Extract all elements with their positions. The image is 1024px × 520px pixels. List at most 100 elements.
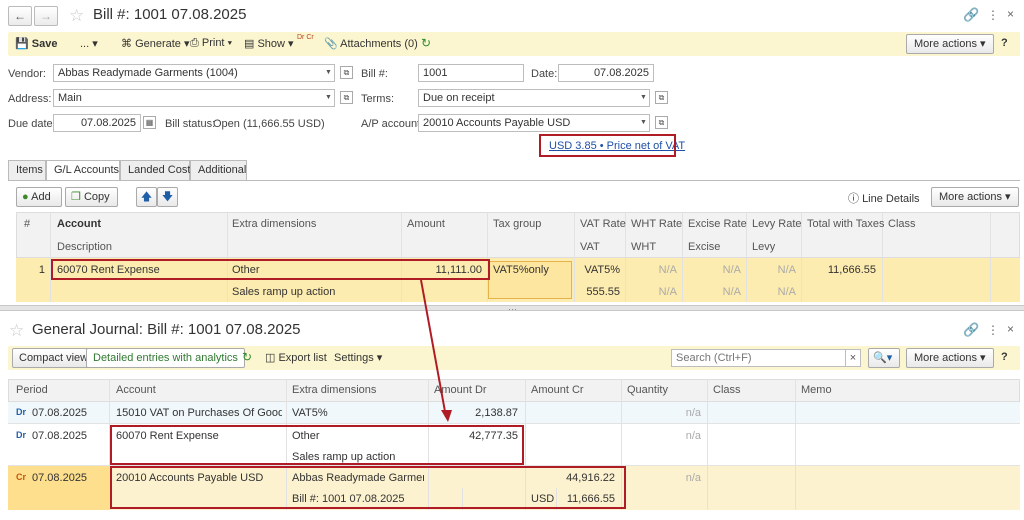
- tab-gl-accounts[interactable]: G/L Accounts: [46, 160, 120, 181]
- refresh-icon[interactable]: ↻: [421, 36, 431, 50]
- row-wht: N/A: [658, 286, 677, 298]
- col-header-levy[interactable]: Levy: [752, 241, 775, 253]
- col-header-account[interactable]: Account: [57, 218, 101, 230]
- row-description[interactable]: Sales ramp up action: [232, 286, 335, 298]
- col-header-journal-account[interactable]: Account: [116, 384, 156, 396]
- journal-menu-dots-icon[interactable]: ⋮: [987, 323, 999, 337]
- bill-row-highlight: [51, 259, 490, 280]
- more-dots-button[interactable]: ... ▾: [80, 37, 98, 50]
- ap-account-label: A/P account:: [361, 118, 424, 130]
- date-field[interactable]: 07.08.2025: [558, 64, 654, 82]
- compact-view-button[interactable]: Compact view: [12, 348, 96, 368]
- export-icon: ◫: [265, 352, 276, 364]
- bill-number-field[interactable]: 1001: [418, 64, 524, 82]
- clear-search-icon[interactable]: ×: [845, 349, 861, 367]
- bill-status-value: Open (11,666.55 USD): [213, 118, 325, 130]
- journal-quantity: n/a: [685, 430, 701, 442]
- show-button[interactable]: ▤ Show ▾: [244, 37, 294, 50]
- row-vat-rate[interactable]: VAT5%: [575, 264, 620, 276]
- tab-landed-cost[interactable]: Landed Cost: [120, 160, 190, 180]
- drcr-button[interactable]: Dr Cr: [297, 34, 314, 42]
- due-date-field[interactable]: 07.08.2025: [53, 114, 141, 132]
- vendor-dropdown[interactable]: ▼: [323, 64, 335, 82]
- move-up-button[interactable]: 🡅: [136, 187, 157, 207]
- terms-open-icon[interactable]: ⧉: [655, 91, 668, 104]
- col-header-vat-rate[interactable]: VAT Rate: [580, 218, 626, 230]
- journal-refresh-icon[interactable]: ↻: [242, 350, 252, 364]
- detailed-entries-button[interactable]: Detailed entries with analytics: [86, 348, 245, 368]
- journal-row-highlight: [110, 425, 524, 465]
- copy-button[interactable]: ❐ Copy: [65, 187, 118, 207]
- col-header-amount-dr[interactable]: Amount Dr: [434, 384, 487, 396]
- menu-dots-icon[interactable]: ⋮: [987, 8, 999, 22]
- close-icon[interactable]: ×: [1007, 7, 1014, 21]
- row-excise-rate: N/A: [722, 264, 741, 276]
- journal-favorite-star-icon[interactable]: ☆: [9, 322, 24, 339]
- col-header-total-with-taxes[interactable]: Total with Taxes: [807, 218, 884, 230]
- col-header-excise-rate[interactable]: Excise Rate: [688, 218, 747, 230]
- help-button[interactable]: ?: [1001, 37, 1008, 49]
- terms-dropdown[interactable]: ▼: [638, 89, 650, 107]
- vendor-label: Vendor:: [8, 68, 46, 80]
- address-field[interactable]: Main: [53, 89, 324, 107]
- back-button[interactable]: ←: [8, 6, 32, 26]
- vendor-field[interactable]: Abbas Readymade Garments (1004): [53, 64, 324, 82]
- address-open-icon[interactable]: ⧉: [340, 91, 353, 104]
- col-header-quantity[interactable]: Quantity: [627, 384, 668, 396]
- col-header-journal-class[interactable]: Class: [713, 384, 741, 396]
- save-button[interactable]: 💾 Save: [15, 37, 57, 50]
- col-header-amount-cr[interactable]: Amount Cr: [531, 384, 584, 396]
- tab-divider: [8, 180, 1020, 181]
- forward-button[interactable]: →: [34, 6, 58, 26]
- search-button[interactable]: 🔍▾: [868, 348, 900, 368]
- attachments-button[interactable]: 📎 Attachments (0): [324, 37, 418, 50]
- journal-close-icon[interactable]: ×: [1007, 322, 1014, 336]
- journal-extra: VAT5%: [292, 407, 328, 419]
- link-icon[interactable]: 🔗: [963, 7, 979, 23]
- print-button[interactable]: ⎙ Print ▾: [190, 37, 232, 50]
- journal-quantity: n/a: [685, 472, 701, 484]
- line-details-button[interactable]: ⓘ Line Details: [848, 190, 920, 206]
- vendor-open-icon[interactable]: ⧉: [340, 66, 353, 79]
- journal-help-button[interactable]: ?: [1001, 351, 1008, 363]
- generate-button[interactable]: ⌘ Generate ▾: [121, 37, 190, 50]
- col-header-tax-group[interactable]: Tax group: [493, 218, 541, 230]
- journal-title: General Journal: Bill #: 1001 07.08.2025: [32, 321, 301, 338]
- table-more-actions-button[interactable]: More actions ▾: [931, 187, 1019, 207]
- col-header-memo[interactable]: Memo: [801, 384, 832, 396]
- ap-account-open-icon[interactable]: ⧉: [655, 116, 668, 129]
- dr-marker: Dr: [16, 430, 27, 440]
- col-header-vat[interactable]: VAT: [580, 241, 600, 253]
- col-header-extra-dimensions[interactable]: Extra dimensions: [232, 218, 316, 230]
- col-header-num[interactable]: #: [24, 218, 30, 230]
- more-actions-button[interactable]: More actions ▾: [906, 34, 994, 54]
- col-header-amount[interactable]: Amount: [407, 218, 445, 230]
- ap-account-field[interactable]: 20010 Accounts Payable USD: [418, 114, 639, 132]
- calendar-icon[interactable]: ▦: [143, 116, 156, 129]
- add-button[interactable]: ● Add: [16, 187, 62, 207]
- journal-more-actions-button[interactable]: More actions ▾: [906, 348, 994, 368]
- tab-additional[interactable]: Additional: [190, 160, 247, 180]
- col-header-period[interactable]: Period: [16, 384, 48, 396]
- move-down-button[interactable]: 🡇: [157, 187, 178, 207]
- search-icon: 🔍: [873, 352, 887, 364]
- row-tax-group[interactable]: VAT5%only: [493, 264, 549, 276]
- col-header-description[interactable]: Description: [57, 241, 112, 253]
- settings-button[interactable]: Settings ▾: [334, 351, 382, 364]
- journal-link-icon[interactable]: 🔗: [963, 322, 979, 338]
- col-header-wht-rate[interactable]: WHT Rate: [631, 218, 682, 230]
- col-header-excise[interactable]: Excise: [688, 241, 720, 253]
- favorite-star-icon[interactable]: ☆: [69, 7, 84, 24]
- export-list-button[interactable]: ◫ Export list: [265, 351, 327, 364]
- journal-period: 07.08.2025: [32, 407, 88, 419]
- terms-field[interactable]: Due on receipt: [418, 89, 639, 107]
- address-dropdown[interactable]: ▼: [323, 89, 335, 107]
- dr-marker: Dr: [16, 407, 27, 417]
- col-header-journal-extra[interactable]: Extra dimensions: [292, 384, 376, 396]
- ap-account-dropdown[interactable]: ▼: [638, 114, 650, 132]
- col-header-wht[interactable]: WHT: [631, 241, 656, 253]
- search-input[interactable]: [671, 349, 846, 367]
- col-header-class[interactable]: Class: [888, 218, 916, 230]
- col-header-levy-rate[interactable]: Levy Rate: [752, 218, 802, 230]
- tab-items[interactable]: Items: [8, 160, 46, 180]
